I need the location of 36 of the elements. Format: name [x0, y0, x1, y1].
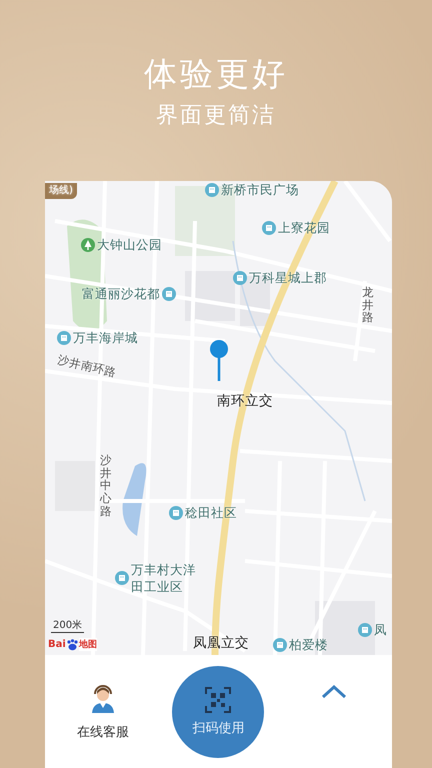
place-label: 上寮花园	[278, 221, 330, 235]
place-label: 富通丽沙花都	[82, 287, 160, 301]
place-label: 新桥市民广场	[221, 183, 299, 197]
headline-subtitle: 界面更简洁	[156, 102, 276, 130]
building-icon	[262, 221, 276, 235]
junction-label: 南环立交	[217, 394, 273, 408]
building-icon	[358, 623, 372, 637]
building-icon	[115, 571, 129, 585]
map-logo-suffix: 地图	[78, 638, 97, 651]
place-label: 万丰村大洋田工业区	[131, 561, 197, 595]
building-icon	[233, 271, 247, 285]
place-label: 万丰海岸城	[73, 331, 138, 345]
customer-service-button[interactable]: 在线客服	[45, 682, 161, 740]
place-label: 柏爱楼	[289, 638, 328, 652]
place-label: 万科星城上郡	[249, 271, 327, 285]
building-icon	[273, 638, 287, 652]
scan-button[interactable]: 扫码使用	[172, 666, 264, 758]
road-label: 龙井路	[362, 286, 374, 324]
building-icon	[57, 331, 71, 345]
road-label: 沙井中心路	[100, 454, 112, 518]
building-icon	[162, 287, 176, 301]
place-label: 凤	[374, 623, 387, 637]
map-scale: 200米	[51, 618, 84, 633]
headline-title: 体验更好	[144, 53, 288, 95]
junction-label: 凤凰立交	[193, 636, 249, 650]
paw-icon	[66, 638, 79, 650]
qr-scan-icon	[205, 686, 232, 712]
location-pin-icon	[209, 339, 229, 383]
building-icon	[205, 183, 219, 197]
building-icon	[169, 506, 183, 520]
metro-line-tag: 场线)	[45, 183, 77, 199]
road-label: 沙井南环路	[56, 352, 118, 380]
park-label: 大钟山公园	[97, 238, 162, 252]
place-label: 稔田社区	[185, 506, 237, 520]
tree-icon	[81, 238, 95, 252]
map-logo-prefix: Bai	[48, 639, 66, 650]
